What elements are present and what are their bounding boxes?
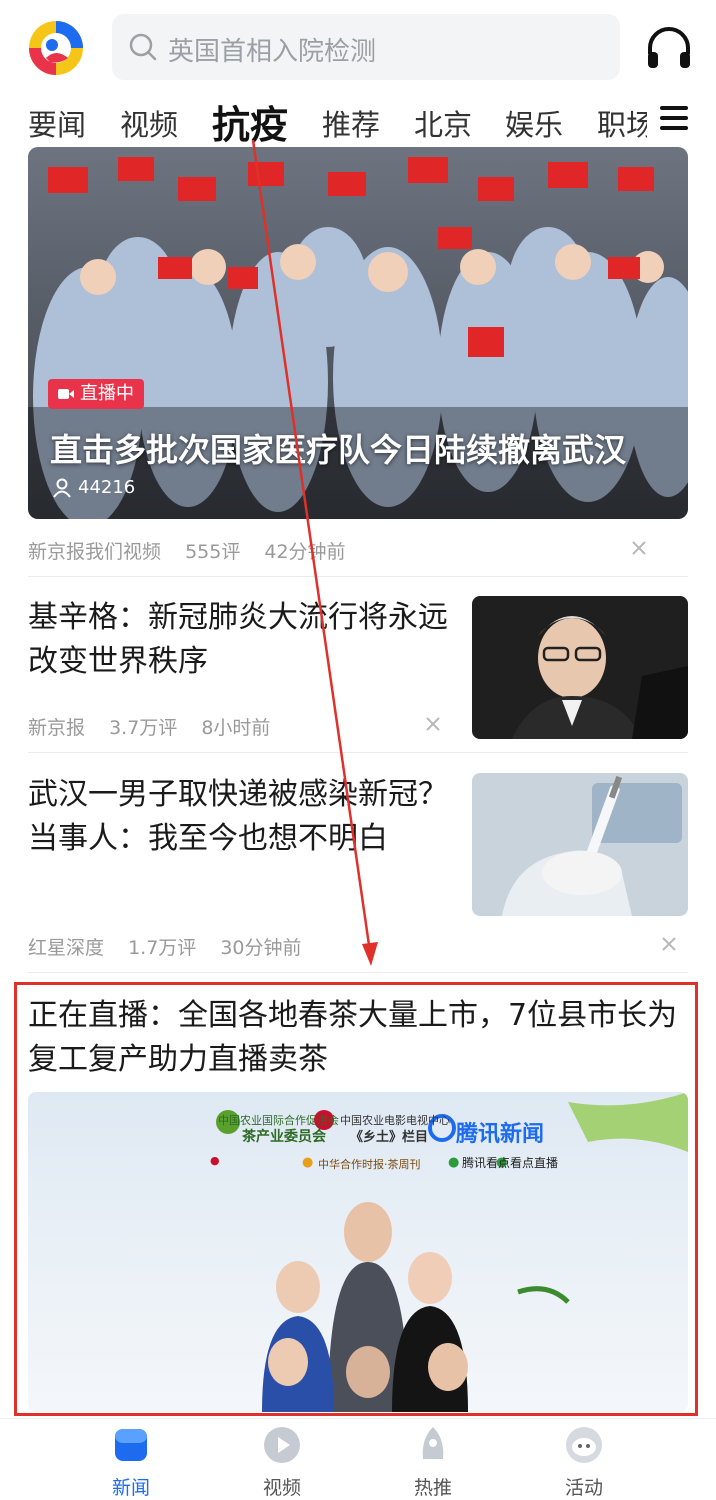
live-badge-label: 直播中 xyxy=(80,383,134,404)
divider xyxy=(28,972,688,973)
svg-text:●: ● xyxy=(448,1155,459,1170)
banner-brand: 腾讯新闻 xyxy=(456,1122,545,1147)
app-logo-icon[interactable] xyxy=(26,18,86,78)
user-icon xyxy=(53,478,71,498)
divider xyxy=(28,576,688,577)
tab-beijing[interactable]: 北京 xyxy=(414,102,472,144)
nav-video[interactable]: 视频 xyxy=(237,1425,327,1500)
vaccine-photo xyxy=(472,773,688,916)
hero-comments: 555评 xyxy=(185,541,241,563)
viewer-count: 44216 xyxy=(78,477,136,498)
nav-hot-label: 热推 xyxy=(413,1477,452,1499)
article-thumb-1[interactable] xyxy=(472,596,688,739)
menu-icon[interactable] xyxy=(660,106,688,130)
article-comments-2: 1.7万评 xyxy=(128,937,197,959)
hero-live-card[interactable]: 直播中 直击多批次国家医疗队今日陆续撤离武汉 44216 xyxy=(28,147,688,519)
hero-meta: 新京报我们视频 555评 42分钟前 xyxy=(28,537,364,564)
article-source-2: 红星深度 xyxy=(28,937,105,959)
nav-news[interactable]: 新闻 xyxy=(86,1425,176,1500)
nav-hot[interactable]: 热推 xyxy=(388,1425,478,1500)
banner-org2-line2: 《乡土》栏目 xyxy=(350,1130,429,1145)
article-title-1[interactable]: 基辛格：新冠肺炎大流行将永远改变世界秩序 xyxy=(28,596,448,684)
live-tea-title[interactable]: 正在直播：全国各地春茶大量上市，7位县市长为复工复产助力直播卖茶 xyxy=(28,994,678,1082)
dismiss-icon[interactable] xyxy=(660,935,678,953)
banner-sub3: 看点直播 xyxy=(510,1156,559,1170)
tab-yule[interactable]: 娱乐 xyxy=(505,102,563,144)
header: 英国首相入院检测 xyxy=(0,0,716,96)
search-bar[interactable]: 英国首相入院检测 xyxy=(112,14,620,80)
article-meta-2: 红星深度 1.7万评 30分钟前 xyxy=(28,933,320,960)
hero-source: 新京报我们视频 xyxy=(28,541,162,563)
rocket-icon xyxy=(422,1427,444,1459)
news-icon xyxy=(115,1429,147,1461)
banner-sub1: 中华合作时报·茶周刊 xyxy=(318,1158,421,1171)
nav-news-label: 新闻 xyxy=(111,1477,150,1499)
tab-kangyi[interactable]: 抗疫 xyxy=(212,94,288,149)
article-meta-1: 新京报 3.7万评 8小时前 xyxy=(28,713,288,740)
channel-tabs: 要闻 视频 抗疫 推荐 北京 娱乐 职场 xyxy=(0,94,716,149)
search-placeholder: 英国首相入院检测 xyxy=(168,37,377,67)
article-title-2[interactable]: 武汉一男子取快递被感染新冠？当事人：我至今也想不明白 xyxy=(28,773,448,861)
article-time-1: 8小时前 xyxy=(201,717,271,739)
hero-title: 直击多批次国家医疗队今日陆续撤离武汉 xyxy=(50,431,627,469)
nav-activity[interactable]: 活动 xyxy=(539,1425,629,1500)
divider xyxy=(28,752,688,753)
article-time-2: 30分钟前 xyxy=(220,937,302,959)
dismiss-icon[interactable] xyxy=(630,539,648,557)
tab-tuijian[interactable]: 推荐 xyxy=(322,102,380,144)
banner-org1-line2: 茶产业委员会 xyxy=(242,1129,326,1145)
bottom-nav: 新闻 视频 热推 活动 xyxy=(0,1418,716,1500)
activity-icon xyxy=(566,1427,602,1463)
svg-text:●: ● xyxy=(210,1154,220,1167)
video-camera-icon xyxy=(58,389,74,399)
tab-video[interactable]: 视频 xyxy=(120,102,178,144)
live-tea-banner[interactable]: ● ● ● ● 中国农业国际合作促进会 茶产业委员会 中国农业电影电视中心 《乡… xyxy=(28,1092,688,1412)
play-icon xyxy=(264,1427,300,1463)
live-badge: 直播中 xyxy=(48,379,144,409)
hero-viewers: 44216 xyxy=(52,477,135,498)
article-comments-1: 3.7万评 xyxy=(109,717,178,739)
svg-text:●: ● xyxy=(302,1155,313,1170)
article-thumb-2[interactable] xyxy=(472,773,688,916)
search-icon xyxy=(129,33,157,61)
kissinger-photo xyxy=(472,596,688,739)
tab-zhichang[interactable]: 职场 xyxy=(597,102,647,144)
article-source-1: 新京报 xyxy=(28,717,86,739)
nav-video-label: 视频 xyxy=(262,1477,301,1499)
tab-yaowen[interactable]: 要闻 xyxy=(28,102,86,144)
nav-activity-label: 活动 xyxy=(564,1477,603,1499)
banner-sub2: 腾讯看点 xyxy=(462,1156,511,1170)
headset-icon[interactable] xyxy=(644,24,694,74)
dismiss-icon[interactable] xyxy=(424,715,442,733)
hero-time: 42分钟前 xyxy=(264,541,346,563)
